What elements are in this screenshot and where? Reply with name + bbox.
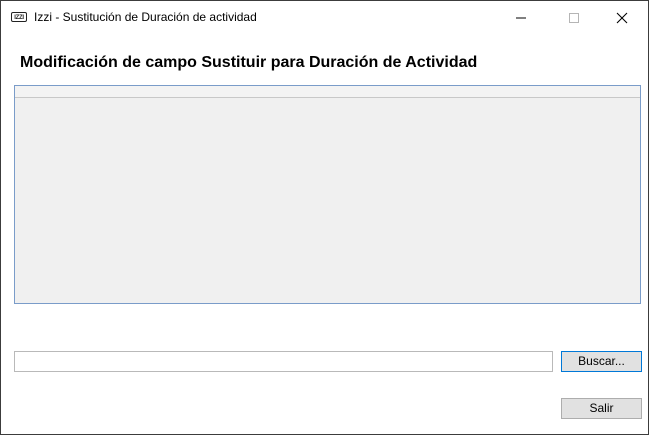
file-path-input[interactable] [14, 351, 553, 372]
app-logo-icon: IZZI [11, 12, 27, 22]
maximize-icon [569, 13, 579, 23]
window-title: Izzi - Sustitución de Duración de activi… [34, 10, 257, 24]
data-grid[interactable] [14, 85, 641, 304]
title-bar[interactable]: IZZI Izzi - Sustitución de Duración de a… [1, 1, 648, 35]
close-button[interactable] [598, 1, 644, 35]
browse-button[interactable]: Buscar... [561, 351, 642, 372]
minimize-button[interactable] [497, 1, 543, 35]
grid-header-row[interactable] [15, 86, 640, 98]
maximize-button[interactable] [550, 1, 596, 35]
page-title: Modificación de campo Sustituir para Dur… [20, 54, 478, 71]
exit-button[interactable]: Salir [561, 398, 642, 419]
app-window: IZZI Izzi - Sustitución de Duración de a… [0, 0, 649, 435]
close-icon [616, 12, 628, 24]
minimize-icon [516, 17, 526, 19]
